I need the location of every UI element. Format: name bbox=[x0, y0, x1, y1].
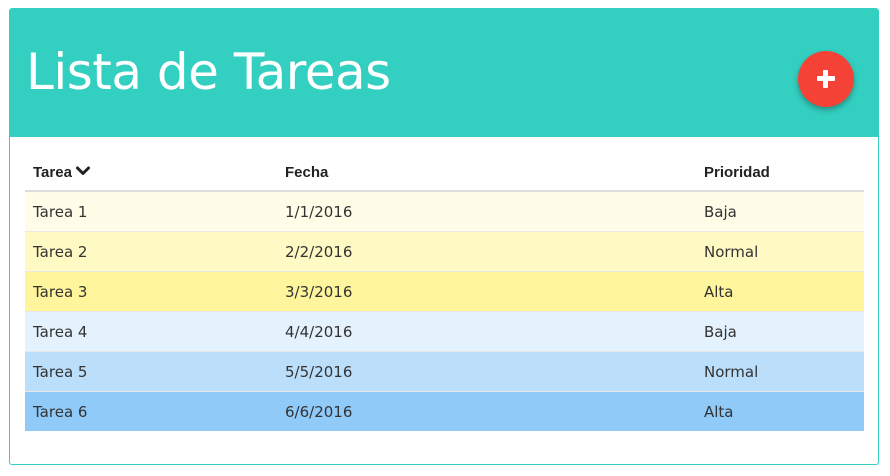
cell-fecha: 5/5/2016 bbox=[277, 351, 696, 392]
table-row[interactable]: Tarea 2 2/2/2016 Normal bbox=[25, 231, 864, 272]
cell-fecha: 1/1/2016 bbox=[277, 190, 696, 232]
cell-tarea: Tarea 5 bbox=[25, 351, 277, 392]
cell-fecha: 3/3/2016 bbox=[277, 271, 696, 312]
column-header-fecha[interactable]: Fecha bbox=[277, 154, 696, 192]
add-task-button[interactable] bbox=[798, 51, 854, 107]
cell-tarea: Tarea 2 bbox=[25, 231, 277, 272]
column-header-label: Prioridad bbox=[704, 163, 770, 181]
column-header-label: Tarea bbox=[33, 163, 72, 181]
table-row[interactable]: Tarea 1 1/1/2016 Baja bbox=[25, 190, 864, 232]
cell-prioridad: Alta bbox=[696, 391, 864, 431]
cell-prioridad: Normal bbox=[696, 351, 864, 392]
cell-fecha: 4/4/2016 bbox=[277, 311, 696, 352]
table-row[interactable]: Tarea 6 6/6/2016 Alta bbox=[25, 391, 864, 431]
table-row[interactable]: Tarea 4 4/4/2016 Baja bbox=[25, 311, 864, 352]
table-row[interactable]: Tarea 3 3/3/2016 Alta bbox=[25, 271, 864, 312]
column-header-label: Fecha bbox=[285, 163, 329, 181]
cell-prioridad: Baja bbox=[696, 311, 864, 352]
cell-prioridad: Baja bbox=[696, 190, 864, 232]
cell-prioridad: Normal bbox=[696, 231, 864, 272]
task-card: Lista de Tareas Tarea Fecha Prioridad Ta… bbox=[9, 8, 879, 465]
column-header-tarea[interactable]: Tarea bbox=[25, 154, 277, 192]
chevron-down-icon[interactable] bbox=[75, 163, 90, 180]
table-header-row: Tarea Fecha Prioridad bbox=[25, 154, 864, 192]
cell-fecha: 6/6/2016 bbox=[277, 391, 696, 431]
column-header-prioridad[interactable]: Prioridad bbox=[696, 154, 864, 192]
cell-fecha: 2/2/2016 bbox=[277, 231, 696, 272]
cell-tarea: Tarea 3 bbox=[25, 271, 277, 312]
table-row[interactable]: Tarea 5 5/5/2016 Normal bbox=[25, 351, 864, 392]
task-table: Tarea Fecha Prioridad Tarea 1 1/1/2016 B… bbox=[25, 154, 864, 431]
cell-tarea: Tarea 1 bbox=[25, 190, 277, 232]
card-header: Lista de Tareas bbox=[10, 9, 878, 137]
cell-tarea: Tarea 4 bbox=[25, 311, 277, 352]
page-title: Lista de Tareas bbox=[26, 43, 391, 101]
cell-tarea: Tarea 6 bbox=[25, 391, 277, 431]
cell-prioridad: Alta bbox=[696, 271, 864, 312]
